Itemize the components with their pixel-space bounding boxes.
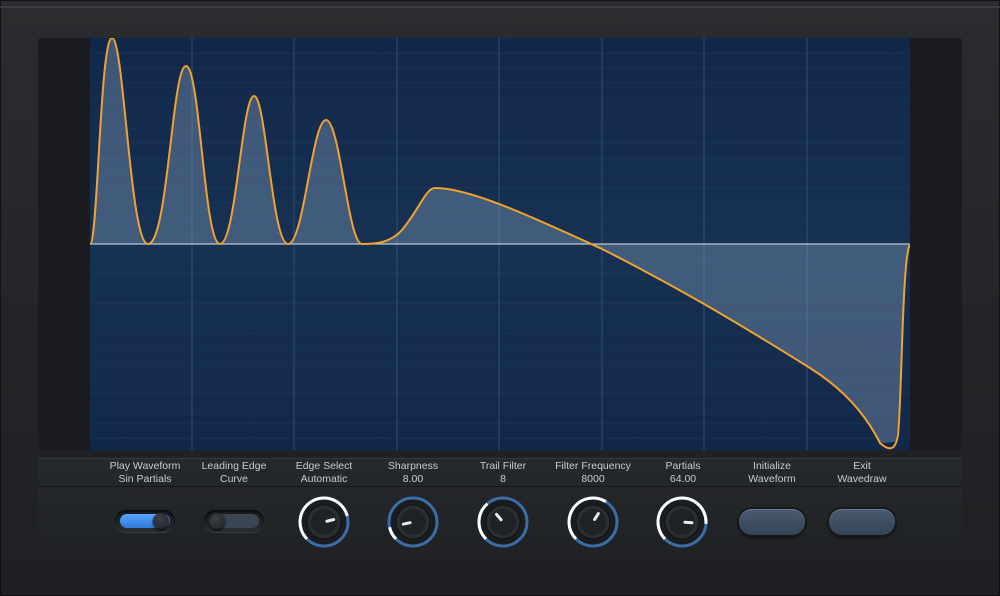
initialize-subtitle: Waveform bbox=[748, 473, 796, 485]
trail-filter-value: 8 bbox=[500, 473, 506, 485]
panel-divider bbox=[38, 486, 962, 487]
trail-filter-title: Trail Filter bbox=[479, 460, 527, 472]
exit-wavedraw-label: Exit Wavedraw bbox=[812, 460, 912, 486]
leading-edge-value: Curve bbox=[219, 473, 248, 485]
partials-knob-graphic bbox=[656, 496, 708, 548]
edge-select-label: Edge Select Automatic bbox=[274, 460, 374, 486]
toggle-thumb bbox=[209, 513, 225, 529]
play-waveform-label: Play Waveform Sin Partials bbox=[95, 460, 195, 486]
exit-wavedraw-button[interactable] bbox=[829, 509, 895, 535]
knob-cap bbox=[490, 509, 516, 535]
edge-select-value: Automatic bbox=[300, 473, 348, 485]
trail-filter-knob[interactable] bbox=[475, 494, 531, 550]
exit-subtitle: Wavedraw bbox=[837, 473, 887, 485]
filter-frequency-label: Filter Frequency 8000 bbox=[543, 460, 643, 486]
play-waveform-title: Play Waveform bbox=[109, 460, 181, 472]
initialize-waveform-button[interactable] bbox=[739, 509, 805, 535]
partials-title: Partials bbox=[665, 460, 701, 472]
sharpness-title: Sharpness bbox=[387, 460, 439, 472]
edge-select-knob[interactable] bbox=[296, 494, 352, 550]
toggle-thumb bbox=[153, 513, 169, 529]
sharpness-knob-graphic bbox=[387, 496, 439, 548]
leading-edge-toggle[interactable] bbox=[204, 510, 264, 532]
sharpness-value: 8.00 bbox=[402, 473, 424, 485]
play-waveform-toggle[interactable] bbox=[115, 510, 175, 532]
trail-filter-knob-graphic bbox=[477, 496, 529, 548]
filter-frequency-title: Filter Frequency bbox=[555, 460, 631, 472]
edge-select-title: Edge Select bbox=[295, 460, 353, 472]
leading-edge-label: Leading Edge Curve bbox=[184, 460, 284, 486]
top-bevel bbox=[0, 6, 1000, 8]
initialize-waveform-label: Initialize Waveform bbox=[722, 460, 822, 486]
knob-pointer bbox=[401, 521, 412, 526]
play-waveform-value: Sin Partials bbox=[118, 473, 172, 485]
trail-filter-label: Trail Filter 8 bbox=[453, 460, 553, 486]
filter-frequency-value: 8000 bbox=[581, 473, 605, 485]
knob-cap bbox=[400, 509, 426, 535]
exit-title: Exit bbox=[853, 460, 871, 472]
leading-edge-title: Leading Edge bbox=[201, 460, 267, 472]
filter-frequency-knob[interactable] bbox=[565, 494, 621, 550]
partials-label: Partials 64.00 bbox=[633, 460, 733, 486]
waveform-editor[interactable] bbox=[90, 38, 910, 450]
partials-knob[interactable] bbox=[654, 494, 710, 550]
edge-select-knob-graphic bbox=[298, 496, 350, 548]
knob-pointer bbox=[325, 518, 336, 523]
filter-frequency-knob-graphic bbox=[567, 496, 619, 548]
knob-cap bbox=[580, 509, 606, 535]
sharpness-knob[interactable] bbox=[385, 494, 441, 550]
knob-cap bbox=[311, 509, 337, 535]
knob-pointer bbox=[683, 520, 694, 525]
initialize-title: Initialize bbox=[753, 460, 791, 472]
partials-value: 64.00 bbox=[669, 473, 697, 485]
sharpness-label: Sharpness 8.00 bbox=[363, 460, 463, 486]
